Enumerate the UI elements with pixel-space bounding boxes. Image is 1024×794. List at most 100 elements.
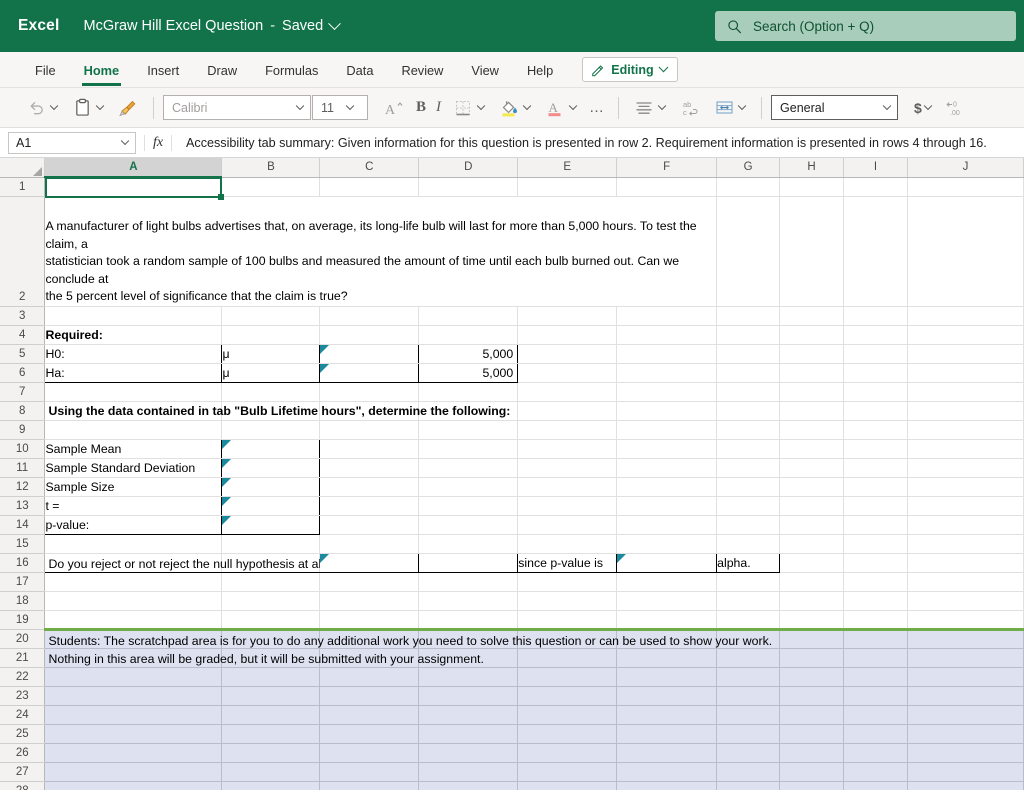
cell-a24[interactable] — [44, 705, 223, 725]
cell-h24[interactable] — [779, 705, 845, 725]
cell-g5[interactable] — [716, 344, 781, 364]
chevron-down-icon[interactable] — [522, 101, 532, 110]
cell-h5[interactable] — [779, 344, 845, 364]
cell-c1[interactable] — [319, 177, 420, 197]
cell-a21[interactable]: Nothing in this area will be graded, but… — [44, 648, 484, 668]
cell-j4[interactable] — [907, 325, 1024, 345]
cell-c9[interactable] — [319, 420, 420, 440]
chevron-down-icon[interactable] — [476, 101, 486, 110]
cell-g25[interactable] — [716, 724, 781, 744]
column-header-b[interactable]: B — [221, 158, 321, 178]
row-header-15[interactable]: 15 — [0, 534, 46, 554]
cell-j3[interactable] — [907, 306, 1024, 326]
cell-d4[interactable] — [418, 325, 519, 345]
font-family-select[interactable]: Calibri — [163, 95, 311, 120]
cell-f27[interactable] — [616, 762, 718, 782]
cell-e13[interactable] — [517, 496, 618, 516]
cell-i11[interactable] — [843, 458, 908, 478]
cell-f22[interactable] — [616, 667, 718, 687]
cell-b4[interactable] — [221, 325, 321, 345]
cell-d22[interactable] — [418, 667, 519, 687]
row-header-1[interactable]: 1 — [0, 177, 46, 197]
wrap-text-button[interactable]: ab c — [674, 94, 706, 122]
cell-a22[interactable] — [44, 667, 223, 687]
cell-e14[interactable] — [517, 515, 618, 535]
cell-h17[interactable] — [779, 572, 845, 592]
cell-g4[interactable] — [716, 325, 781, 345]
cell-e4[interactable] — [517, 325, 618, 345]
row-header-20[interactable]: 20 — [0, 629, 46, 649]
cell-d11[interactable] — [418, 458, 519, 478]
cell-a1[interactable] — [44, 177, 223, 197]
cell-d5[interactable]: 5,000 — [418, 343, 519, 364]
cell-g14[interactable] — [716, 515, 781, 535]
chevron-down-icon[interactable] — [49, 101, 59, 110]
cell-h28[interactable] — [779, 781, 845, 790]
cell-d24[interactable] — [418, 705, 519, 725]
cell-b14[interactable] — [221, 515, 321, 535]
cell-a15[interactable] — [44, 534, 223, 554]
cell-d1[interactable] — [418, 177, 519, 197]
cell-b25[interactable] — [221, 724, 321, 744]
cell-d14[interactable] — [418, 515, 519, 535]
cell-b24[interactable] — [221, 705, 321, 725]
cell-j21[interactable] — [907, 648, 1024, 668]
cell-a27[interactable] — [44, 762, 223, 782]
cell-d25[interactable] — [418, 724, 519, 744]
cell-f19[interactable] — [616, 610, 718, 630]
row-header-19[interactable]: 19 — [0, 610, 46, 630]
cell-g28[interactable] — [716, 781, 781, 790]
cell-h8[interactable] — [779, 401, 845, 421]
cell-e5[interactable] — [517, 344, 618, 364]
cell-j28[interactable] — [907, 781, 1024, 790]
cell-j20[interactable] — [907, 627, 1024, 649]
chevron-down-icon[interactable] — [340, 96, 360, 119]
cell-i7[interactable] — [843, 382, 908, 402]
cell-c16[interactable] — [319, 552, 420, 573]
cell-e17[interactable] — [517, 572, 618, 592]
cell-g6[interactable] — [716, 363, 781, 383]
undo-button[interactable] — [20, 94, 64, 122]
cell-b19[interactable] — [221, 610, 321, 630]
row-header-18[interactable]: 18 — [0, 591, 46, 611]
cell-c11[interactable] — [319, 458, 420, 478]
chevron-down-icon[interactable] — [658, 62, 669, 73]
fill-color-button[interactable] — [493, 94, 537, 122]
chevron-down-icon[interactable] — [657, 101, 667, 110]
chevron-down-icon[interactable] — [877, 96, 897, 119]
chevron-down-icon[interactable] — [95, 101, 105, 110]
cell-h21[interactable] — [779, 648, 845, 668]
cell-h6[interactable] — [779, 363, 845, 383]
cell-h25[interactable] — [779, 724, 845, 744]
cell-h13[interactable] — [779, 496, 845, 516]
cell-i5[interactable] — [843, 344, 908, 364]
cell-b27[interactable] — [221, 762, 321, 782]
cell-i27[interactable] — [843, 762, 908, 782]
cell-j1[interactable] — [907, 177, 1024, 197]
cell-c15[interactable] — [319, 534, 420, 554]
cell-i16[interactable] — [843, 553, 908, 573]
cell-b7[interactable] — [221, 382, 321, 402]
cell-j7[interactable] — [907, 382, 1024, 402]
cell-f15[interactable] — [616, 534, 718, 554]
cell-f8[interactable] — [616, 401, 718, 421]
cell-h26[interactable] — [779, 743, 845, 763]
cell-i13[interactable] — [843, 496, 908, 516]
cell-b23[interactable] — [221, 686, 321, 706]
font-color-button[interactable]: A — [539, 94, 583, 122]
cell-h7[interactable] — [779, 382, 845, 402]
cell-a4[interactable]: Required: — [44, 325, 223, 345]
select-all-corner[interactable] — [0, 158, 46, 178]
cell-h4[interactable] — [779, 325, 845, 345]
chevron-down-icon[interactable] — [290, 96, 310, 119]
cell-i1[interactable] — [843, 177, 908, 197]
cell-g2[interactable] — [716, 196, 781, 307]
cell-h3[interactable] — [779, 306, 845, 326]
column-header-d[interactable]: D — [418, 158, 519, 178]
cell-g16[interactable]: alpha. — [716, 552, 781, 573]
cell-f24[interactable] — [616, 705, 718, 725]
cell-g3[interactable] — [716, 306, 781, 326]
tab-insert[interactable]: Insert — [134, 55, 192, 85]
cell-d19[interactable] — [418, 610, 519, 630]
row-header-11[interactable]: 11 — [0, 458, 46, 478]
